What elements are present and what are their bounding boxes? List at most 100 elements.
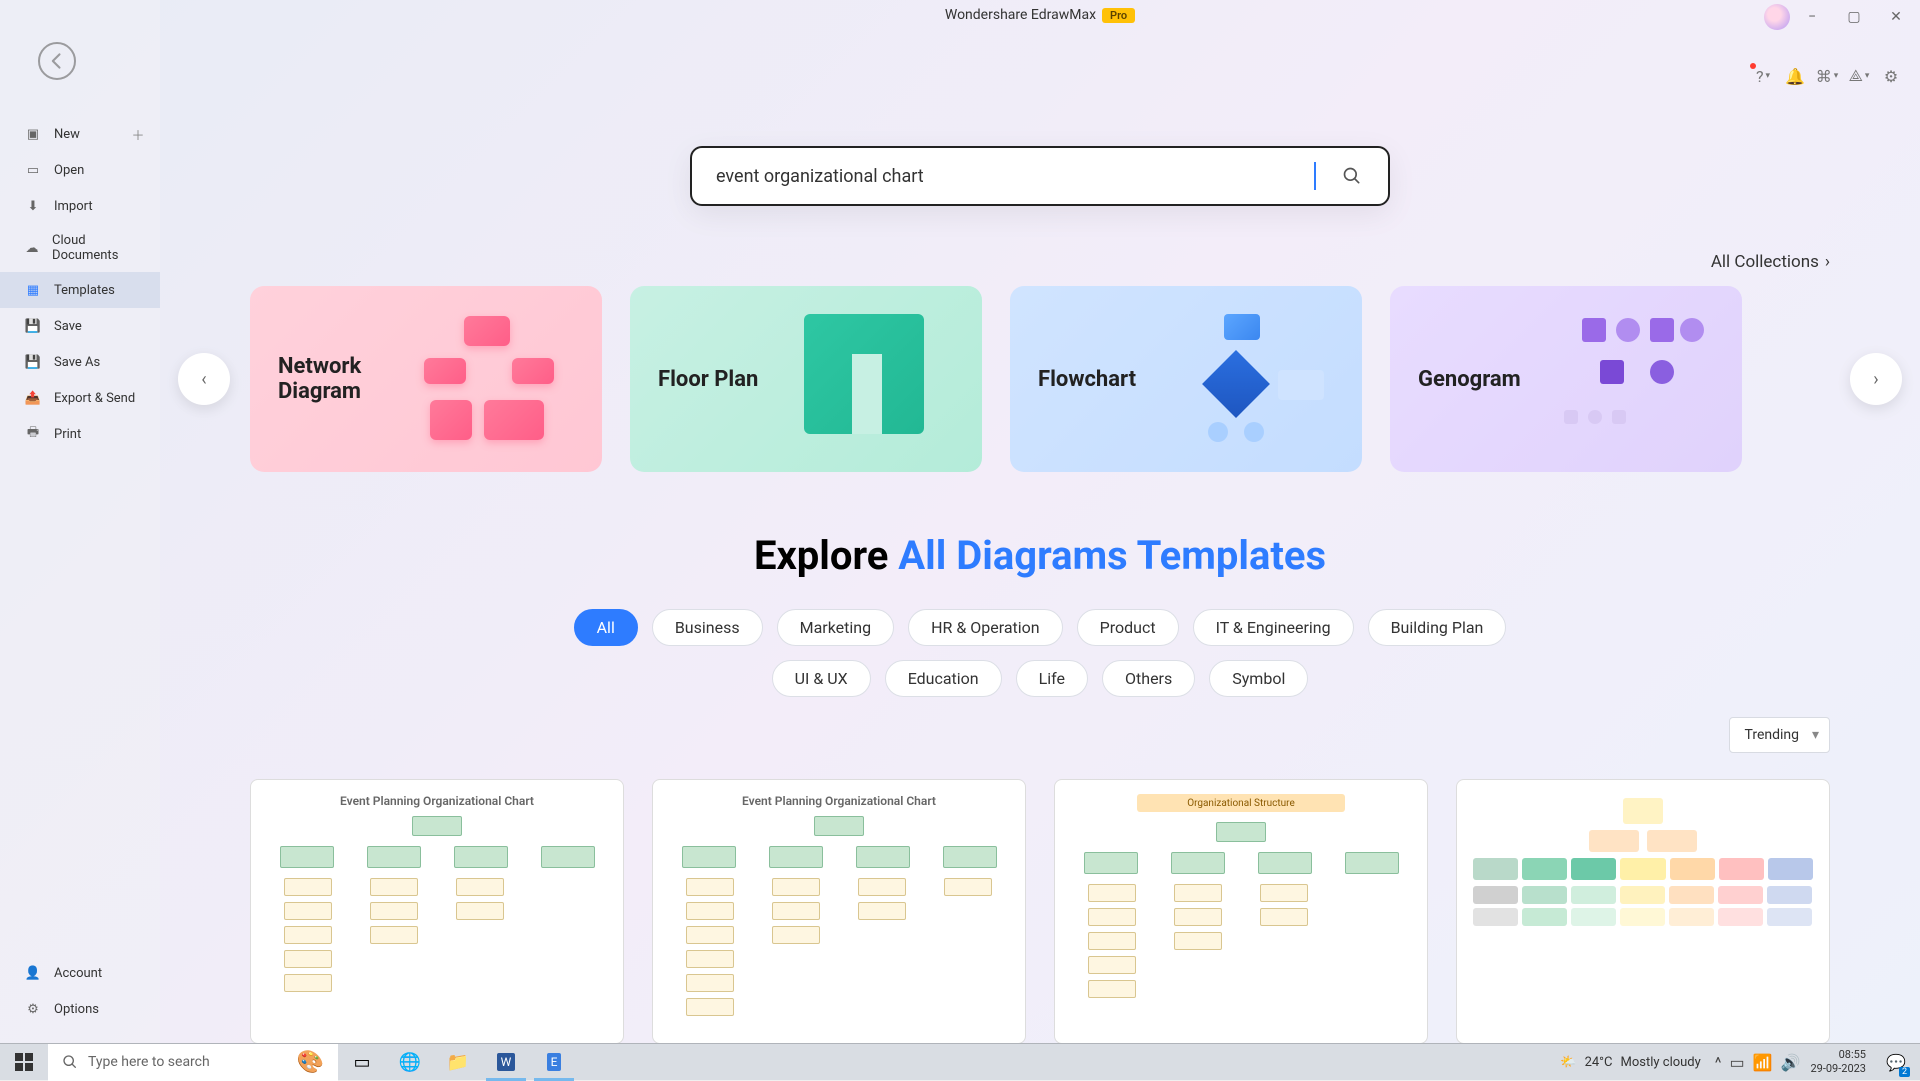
tag-business[interactable]: Business — [652, 609, 763, 646]
carousel-prev-button[interactable]: ‹ — [178, 353, 230, 405]
sidebar: ▣ New ＋ ▭ Open ⬇ Import ☁ Cloud Document… — [0, 0, 160, 1043]
account-icon: 👤 — [24, 964, 42, 982]
sidebar-item-label: Account — [54, 966, 102, 981]
sidebar-item-label: Open — [54, 163, 84, 178]
sidebar-item-label: Save — [54, 319, 82, 334]
carousel-next-button[interactable]: › — [1850, 353, 1902, 405]
sidebar-item-label: Export & Send — [54, 391, 135, 406]
template-preview — [1456, 779, 1830, 1043]
search-box[interactable]: event organizational chart — [690, 146, 1390, 206]
sidebar-item-label: Cloud Documents — [52, 233, 144, 263]
template-card[interactable]: Event Planning Organizational Chart Even… — [652, 779, 1026, 1043]
sidebar-item-label: New — [54, 127, 80, 142]
taskbar-search[interactable]: Type here to search 🎨 — [48, 1044, 338, 1081]
meet-now-icon[interactable]: ▭ — [1729, 1053, 1744, 1072]
weather-icon: 🌤️ — [1560, 1055, 1576, 1070]
export-icon: 📤 — [24, 389, 42, 407]
cortana-icon: 🎨 — [297, 1050, 324, 1075]
plus-box-icon: ▣ — [24, 125, 42, 143]
taskbar-weather[interactable]: 🌤️ 24°C Mostly cloudy — [1550, 1055, 1710, 1070]
system-tray[interactable]: ^ ▭ 📶 🔊 — [1715, 1053, 1801, 1072]
sidebar-item-save-as[interactable]: 💾 Save As — [0, 344, 160, 380]
tag-filter-row-2: UI & UX Education Life Others Symbol — [160, 660, 1920, 697]
category-card-genogram[interactable]: Genogram — [1390, 286, 1742, 472]
all-collections-link[interactable]: All Collections › — [160, 252, 1830, 272]
template-card[interactable]: Organizational Structure Organizational … — [1054, 779, 1428, 1043]
wifi-icon[interactable]: 📶 — [1753, 1053, 1773, 1072]
sidebar-item-export-send[interactable]: 📤 Export & Send — [0, 380, 160, 416]
tag-all[interactable]: All — [574, 609, 638, 646]
tag-filter-row: All Business Marketing HR & Operation Pr… — [160, 609, 1920, 646]
tag-it-engineering[interactable]: IT & Engineering — [1193, 609, 1354, 646]
templates-icon: ▦ — [24, 281, 42, 299]
task-view-button[interactable]: ▭ — [338, 1044, 386, 1081]
tag-symbol[interactable]: Symbol — [1209, 660, 1308, 697]
template-preview: Event Planning Organizational Chart — [250, 779, 624, 1043]
taskbar-app-explorer[interactable]: 📁 — [434, 1044, 482, 1081]
category-label: Network Diagram — [278, 354, 406, 404]
tag-hr-operation[interactable]: HR & Operation — [908, 609, 1063, 646]
print-icon: 🖶 — [24, 425, 42, 443]
search-input[interactable]: event organizational chart — [716, 166, 1314, 187]
sidebar-item-open[interactable]: ▭ Open — [0, 152, 160, 188]
sidebar-item-save[interactable]: 💾 Save — [0, 308, 160, 344]
category-label: Flowchart — [1038, 367, 1166, 392]
category-card-floor-plan[interactable]: Floor Plan — [630, 286, 982, 472]
tag-ui-ux[interactable]: UI & UX — [772, 660, 871, 697]
tag-product[interactable]: Product — [1077, 609, 1179, 646]
sidebar-item-new[interactable]: ▣ New ＋ — [0, 116, 160, 152]
category-carousel: ‹ › Network Diagram Floor Plan — [160, 286, 1920, 472]
sort-select[interactable]: Trending — [1729, 717, 1830, 753]
save-icon: 💾 — [24, 317, 42, 335]
sidebar-item-cloud-documents[interactable]: ☁ Cloud Documents — [0, 224, 160, 272]
taskbar-app-edge[interactable]: 🌐 — [386, 1044, 434, 1081]
volume-icon[interactable]: 🔊 — [1781, 1053, 1801, 1072]
category-card-flowchart[interactable]: Flowchart — [1010, 286, 1362, 472]
tag-building-plan[interactable]: Building Plan — [1368, 609, 1507, 646]
saveas-icon: 💾 — [24, 353, 42, 371]
chevron-up-icon[interactable]: ^ — [1715, 1053, 1722, 1072]
notification-center-button[interactable]: 💬 2 — [1876, 1044, 1916, 1081]
tag-marketing[interactable]: Marketing — [777, 609, 894, 646]
template-card[interactable]: Organizational Chart — [1456, 779, 1830, 1043]
sidebar-item-label: Print — [54, 427, 81, 442]
taskbar-app-word[interactable]: W — [482, 1044, 530, 1081]
weather-desc: Mostly cloudy — [1621, 1055, 1701, 1070]
tag-education[interactable]: Education — [885, 660, 1002, 697]
floor-plan-icon — [804, 314, 954, 444]
tag-life[interactable]: Life — [1016, 660, 1088, 697]
sidebar-item-account[interactable]: 👤 Account — [0, 955, 160, 991]
sidebar-item-templates[interactable]: ▦ Templates — [0, 272, 160, 308]
taskbar-clock[interactable]: 08:55 29-09-2023 — [1804, 1048, 1872, 1076]
explore-prefix: Explore — [754, 532, 898, 579]
category-card-network-diagram[interactable]: Network Diagram — [250, 286, 602, 472]
template-preview: Organizational Structure — [1054, 779, 1428, 1043]
text-cursor — [1314, 162, 1316, 190]
windows-taskbar: Type here to search 🎨 ▭ 🌐 📁 W E 🌤️ 24°C … — [0, 1043, 1920, 1080]
sidebar-item-options[interactable]: ⚙ Options — [0, 991, 160, 1027]
main-panel: event organizational chart All Collectio… — [160, 0, 1920, 1043]
sidebar-item-label: Templates — [54, 283, 115, 298]
flowchart-icon — [1184, 314, 1334, 444]
clock-date: 29-09-2023 — [1810, 1062, 1866, 1076]
template-card[interactable]: Event Planning Organizational Chart Even… — [250, 779, 624, 1043]
template-preview-title: Event Planning Organizational Chart — [665, 794, 1013, 808]
start-button[interactable] — [0, 1044, 48, 1081]
chevron-right-icon: › — [1825, 252, 1830, 272]
all-collections-label: All Collections — [1711, 252, 1819, 272]
sidebar-item-label: Options — [54, 1002, 99, 1017]
sidebar-item-print[interactable]: 🖶 Print — [0, 416, 160, 452]
tag-others[interactable]: Others — [1102, 660, 1195, 697]
explore-heading: Explore All Diagrams Templates — [160, 532, 1920, 579]
sidebar-item-import[interactable]: ⬇ Import — [0, 188, 160, 224]
template-grid: Event Planning Organizational Chart Even… — [160, 753, 1920, 1043]
taskbar-app-edrawmax[interactable]: E — [530, 1044, 578, 1081]
folder-icon: ▭ — [24, 161, 42, 179]
cloud-icon: ☁ — [24, 239, 40, 257]
network-diagram-icon — [424, 314, 574, 444]
plus-icon[interactable]: ＋ — [130, 126, 146, 142]
explore-highlight: All Diagrams Templates — [898, 532, 1326, 579]
windows-icon — [15, 1053, 33, 1071]
search-button[interactable] — [1340, 164, 1364, 188]
import-icon: ⬇ — [24, 197, 42, 215]
